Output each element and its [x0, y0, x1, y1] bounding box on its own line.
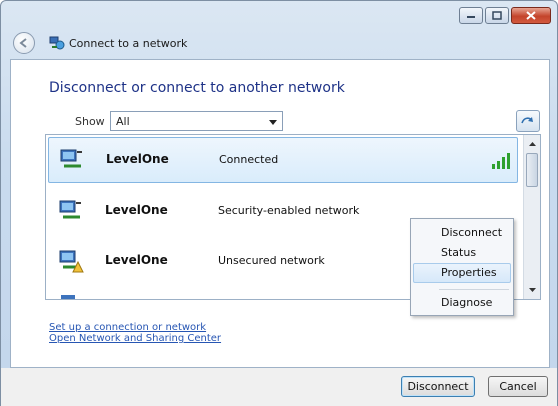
maximize-icon	[492, 11, 502, 20]
show-label: Show	[75, 115, 105, 128]
scroll-up-button[interactable]	[524, 136, 540, 152]
content-panel: Disconnect or connect to another network…	[10, 59, 550, 368]
scroll-down-button[interactable]	[524, 282, 540, 298]
back-arrow-icon	[19, 38, 27, 48]
chevron-down-icon	[269, 120, 277, 125]
menu-item-diagnose[interactable]: Diagnose	[413, 293, 511, 313]
show-filter-value: All	[116, 115, 130, 128]
wireless-network-icon	[61, 295, 75, 299]
sharing-center-link[interactable]: Open Network and Sharing Center	[49, 333, 221, 344]
close-icon	[526, 11, 536, 20]
window-title: Connect to a network	[69, 37, 188, 50]
back-button[interactable]	[13, 32, 35, 54]
menu-item-disconnect[interactable]: Disconnect	[413, 223, 511, 243]
context-menu: Disconnect Status Properties Diagnose	[410, 218, 514, 316]
menu-item-properties[interactable]: Properties	[413, 263, 511, 283]
refresh-button[interactable]	[516, 110, 540, 132]
signal-strength-icon	[492, 153, 510, 169]
network-name: LevelOne	[105, 203, 168, 217]
list-scrollbar[interactable]	[523, 135, 540, 299]
network-status: Security-enabled network	[218, 204, 360, 217]
page-heading: Disconnect or connect to another network	[49, 80, 345, 96]
network-name: LevelOne	[106, 152, 169, 166]
network-name: LevelOne	[105, 253, 168, 267]
setup-connection-link[interactable]: Set up a connection or network	[49, 322, 221, 333]
title-bar	[1, 1, 557, 31]
window-controls	[459, 7, 551, 24]
maximize-button[interactable]	[485, 7, 509, 24]
network-row-connected[interactable]: LevelOne Connected	[48, 137, 518, 183]
secured-network-icon	[59, 200, 81, 219]
footer-links: Set up a connection or network Open Netw…	[49, 322, 221, 344]
wireless-network-icon	[60, 149, 82, 168]
network-status: Connected	[219, 153, 279, 166]
minimize-icon	[467, 15, 475, 18]
refresh-icon	[521, 117, 533, 124]
close-button[interactable]	[511, 7, 551, 24]
unsecured-network-warning-icon	[59, 250, 84, 273]
nav-bar: Connect to a network	[1, 31, 557, 59]
menu-separator	[439, 289, 509, 290]
network-status: Unsecured network	[218, 254, 325, 267]
minimize-button[interactable]	[459, 7, 483, 24]
network-globe-icon	[49, 36, 65, 50]
chevron-up-icon	[528, 142, 536, 146]
window-frame: Connect to a network Disconnect or conne…	[0, 0, 558, 406]
show-filter-select[interactable]: All	[110, 111, 283, 131]
chevron-down-icon	[528, 288, 536, 292]
cancel-button[interactable]: Cancel	[488, 376, 548, 397]
scroll-thumb[interactable]	[526, 153, 538, 187]
menu-item-status[interactable]: Status	[413, 243, 511, 263]
disconnect-button[interactable]: Disconnect	[401, 376, 475, 397]
button-bar: Disconnect Cancel	[1, 368, 557, 406]
